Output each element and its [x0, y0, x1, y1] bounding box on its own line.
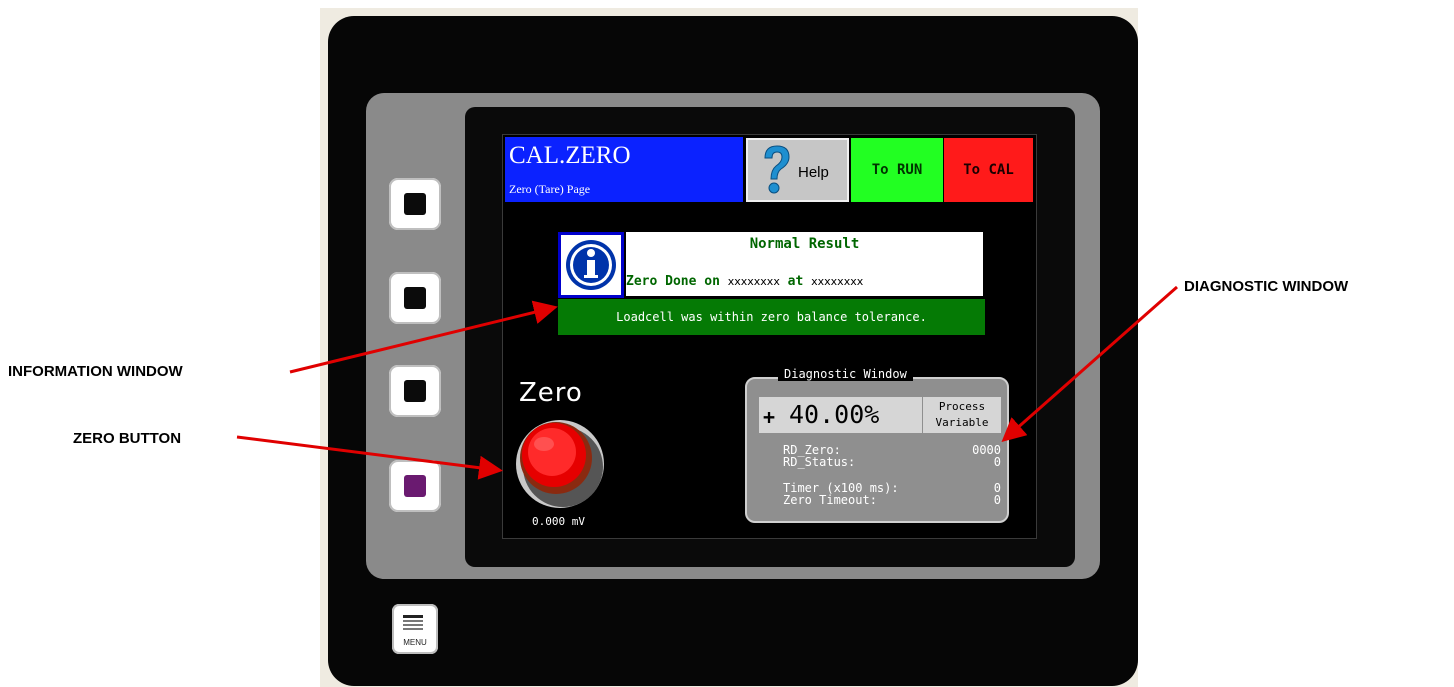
arrow-diagnostic-window: [1001, 285, 1178, 442]
arrow-zero-button: [236, 435, 503, 480]
arrow-information-window: [289, 300, 558, 374]
annotation-arrows: [236, 285, 1178, 480]
